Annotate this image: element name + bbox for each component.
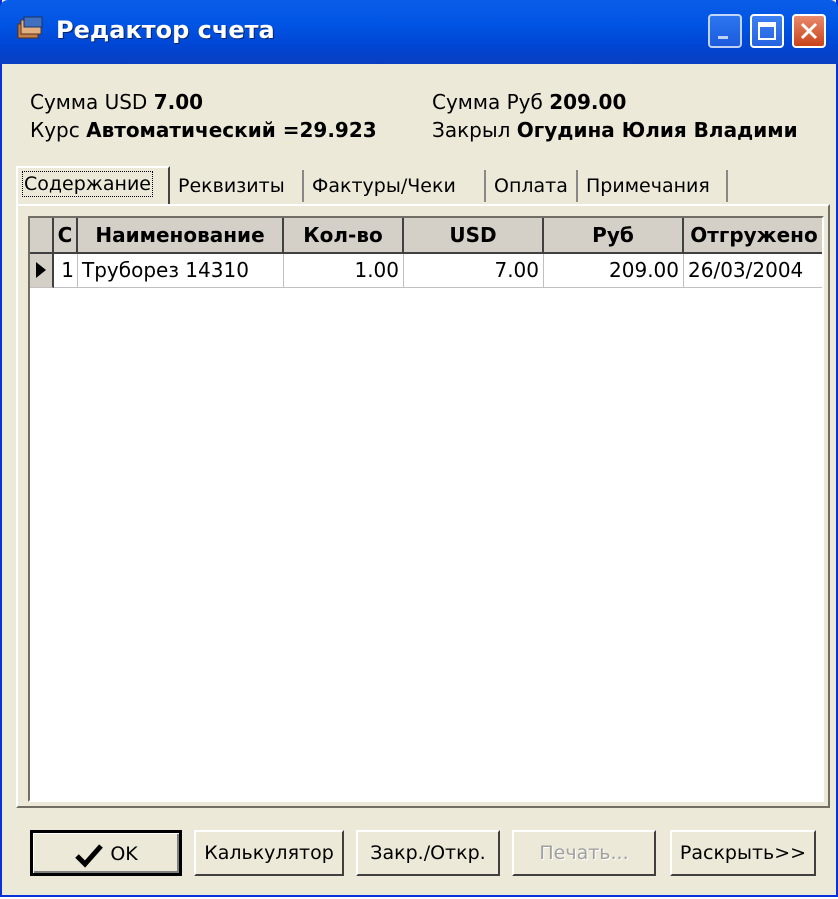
rub-total-label: Сумма Руб bbox=[432, 90, 543, 114]
tab-notes[interactable]: Примечания bbox=[580, 170, 728, 202]
cell-qty[interactable]: 1.00 bbox=[284, 254, 404, 288]
print-button[interactable]: Печать... bbox=[512, 830, 656, 876]
window-title: Редактор счета bbox=[56, 16, 275, 44]
current-row-arrow-icon bbox=[36, 262, 46, 278]
tab-panel: С Наименование Кол-во USD Руб Отгружено … bbox=[16, 204, 830, 808]
tab-contents[interactable]: Содержание bbox=[16, 166, 170, 204]
column-header-rub[interactable]: Руб bbox=[544, 218, 684, 254]
cell-c[interactable]: 1 bbox=[54, 254, 78, 288]
cell-rub[interactable]: 209.00 bbox=[544, 254, 684, 288]
usd-total: Сумма USD 7.00 bbox=[30, 90, 203, 114]
cell-shipped[interactable]: 26/03/2004 bbox=[684, 254, 822, 288]
cell-usd[interactable]: 7.00 bbox=[404, 254, 544, 288]
usd-total-label: Сумма USD bbox=[30, 90, 148, 114]
books-app-icon bbox=[16, 16, 44, 42]
calculator-button[interactable]: Калькулятор bbox=[194, 830, 344, 876]
tab-payment[interactable]: Оплата bbox=[488, 170, 578, 202]
rub-total: Сумма Руб 209.00 bbox=[432, 90, 626, 114]
current-row-indicator bbox=[30, 254, 54, 288]
invoice-editor-window: Редактор счета Сумма USD 7.00 Сумма Руб … bbox=[0, 0, 838, 897]
closed-by-label: Закрыл bbox=[432, 118, 511, 142]
checkmark-icon bbox=[75, 843, 104, 868]
closed-by: Закрыл Огудина Юлия Владими bbox=[432, 118, 798, 142]
exchange-rate-label: Курс bbox=[30, 118, 80, 142]
ok-button[interactable]: OK bbox=[30, 830, 182, 876]
usd-total-value: 7.00 bbox=[153, 90, 204, 114]
tab-invoices-receipts[interactable]: Фактуры/Чеки bbox=[306, 170, 486, 202]
column-header-c[interactable]: С bbox=[54, 218, 78, 254]
column-header-name[interactable]: Наименование bbox=[78, 218, 284, 254]
maximize-button[interactable] bbox=[750, 14, 784, 48]
title-bar[interactable]: Редактор счета bbox=[0, 0, 838, 64]
exchange-rate-value: Автоматический =29.923 bbox=[86, 118, 377, 142]
closed-by-value: Огудина Юлия Владими bbox=[516, 118, 798, 142]
column-header-shipped[interactable]: Отгружено bbox=[684, 218, 822, 254]
tab-details[interactable]: Реквизиты bbox=[172, 170, 304, 202]
column-header-usd[interactable]: USD bbox=[404, 218, 544, 254]
column-header-qty[interactable]: Кол-во bbox=[284, 218, 404, 254]
exchange-rate: Курс Автоматический =29.923 bbox=[30, 118, 377, 142]
rub-total-value: 209.00 bbox=[549, 90, 627, 114]
indicator-header bbox=[30, 218, 54, 254]
close-open-button[interactable]: Закр./Откр. bbox=[356, 830, 500, 876]
close-button[interactable] bbox=[792, 14, 826, 48]
items-grid[interactable]: С Наименование Кол-во USD Руб Отгружено … bbox=[28, 216, 824, 802]
cell-name[interactable]: Труборез 14310 bbox=[78, 254, 284, 288]
minimize-button[interactable] bbox=[708, 14, 742, 48]
expand-button[interactable]: Раскрыть>> bbox=[670, 830, 816, 876]
